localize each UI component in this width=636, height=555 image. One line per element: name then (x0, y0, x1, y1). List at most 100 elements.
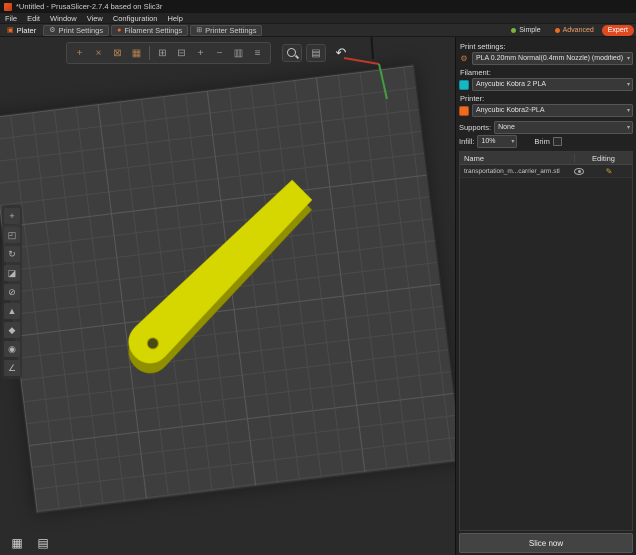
brim-label: Brim (534, 137, 549, 146)
chevron-down-icon: ▾ (511, 138, 514, 145)
axis-z-line (371, 37, 373, 59)
delete-object-icon[interactable]: × (90, 45, 107, 61)
filament-color-swatch (459, 80, 469, 90)
editor-view-icon[interactable]: ▦ (6, 534, 28, 551)
measure-icon[interactable]: ∠ (4, 360, 20, 376)
mode-advanced-label: Advanced (563, 27, 594, 34)
print-profile-icon: ⚙ (459, 54, 469, 64)
eye-visibility-icon[interactable] (574, 168, 584, 175)
copy-icon[interactable]: ⊞ (154, 45, 171, 61)
place-on-face-icon[interactable]: ◪ (4, 265, 20, 281)
seam-painting-icon[interactable]: ◆ (4, 322, 20, 338)
chevron-down-icon: ▾ (627, 124, 630, 131)
tabbar: ▣ Plater ⚙ Print Settings ● Filament Set… (0, 24, 636, 37)
menu-item-help[interactable]: Help (167, 14, 182, 23)
filament-value: Anycubic Kobra 2 PLA (476, 81, 627, 88)
menu-item-file[interactable]: File (5, 14, 17, 23)
cut-icon[interactable]: ⊘ (4, 284, 20, 300)
filament-select[interactable]: Anycubic Kobra 2 PLA ▾ (472, 78, 633, 91)
chevron-down-icon: ▾ (627, 81, 630, 88)
toolbar-separator (149, 46, 150, 60)
mode-expert-label: Expert (608, 27, 628, 34)
tab-print-settings[interactable]: ⚙ Print Settings (43, 25, 109, 36)
infill-select[interactable]: 10% ▾ (477, 135, 517, 148)
menu-item-window[interactable]: Window (50, 14, 77, 23)
chevron-down-icon: ▾ (627, 55, 630, 62)
mmu-painting-icon[interactable]: ◉ (4, 341, 20, 357)
arrange-icon[interactable]: ▦ (128, 45, 145, 61)
infill-label: Infill: (459, 137, 474, 146)
view-mode-switch: ▦ ▤ (6, 534, 54, 551)
printer-swatch (459, 106, 469, 116)
scale-icon[interactable]: ◰ (4, 227, 20, 243)
filament-label: Filament: (460, 68, 632, 77)
supports-label: Supports: (459, 123, 491, 132)
mode-simple-dot-icon (511, 28, 516, 33)
tab-plater[interactable]: ▣ Plater (2, 25, 41, 36)
split-objects-icon[interactable]: ▥ (230, 45, 247, 61)
search-button[interactable] (282, 44, 302, 62)
filament-spool-icon: ● (117, 27, 121, 34)
undo-button[interactable]: ↶ (331, 44, 351, 62)
mode-expert-button[interactable]: Expert (602, 25, 634, 36)
printer-value: Anycubic Kobra2-PLA (476, 107, 627, 114)
menu-item-edit[interactable]: Edit (27, 14, 40, 23)
menubar: File Edit Window View Configuration Help (0, 13, 636, 24)
printer-icon: ⊞ (196, 27, 202, 34)
grid-view-icon: ▤ (311, 48, 320, 59)
infill-value: 10% (481, 138, 511, 145)
editing-cell[interactable]: ✎ (586, 167, 632, 176)
move-icon[interactable]: + (4, 208, 20, 224)
print-settings-select[interactable]: PLA 0.20mm Normal(0.4mm Nozzle) (modifie… (472, 52, 633, 65)
editing-column-header[interactable]: Editing (574, 154, 632, 163)
supports-select[interactable]: None ▾ (494, 121, 633, 134)
mode-simple-label: Simple (519, 27, 540, 34)
top-toolbar: + × ⊠ ▦ ⊞ ⊟ + − ▥ ≡ (66, 42, 271, 64)
gear-icon: ⚙ (49, 27, 55, 34)
edit-icon: ✎ (606, 167, 613, 176)
preview-view-icon[interactable]: ▤ (32, 534, 54, 551)
printer-select[interactable]: Anycubic Kobra2-PLA ▾ (472, 104, 633, 117)
variable-layer-height-icon[interactable]: ≡ (249, 45, 266, 61)
titlebar: *Untitled - PrusaSlicer-2.7.4 based on S… (0, 0, 636, 13)
paint-supports-icon[interactable]: ▲ (4, 303, 20, 319)
brim-checkbox[interactable] (553, 137, 562, 146)
undo-icon: ↶ (336, 45, 347, 61)
print-settings-value: PLA 0.20mm Normal(0.4mm Nozzle) (modifie… (476, 55, 627, 62)
object-row[interactable]: transportation_m...carrier_arm.stl ✎ (460, 165, 632, 178)
3d-viewport[interactable]: + × ⊠ ▦ ⊞ ⊟ + − ▥ ≡ ▤ ↶ (0, 37, 455, 555)
mode-advanced-dot-icon (555, 28, 560, 33)
sidebar: Print settings: ⚙ PLA 0.20mm Normal(0.4m… (455, 37, 636, 555)
add-instance-icon[interactable]: + (192, 45, 209, 61)
object-list-header: Name Editing (460, 152, 632, 165)
tab-plater-label: Plater (17, 26, 37, 35)
mode-advanced-button[interactable]: Advanced (549, 25, 600, 36)
object-name: transportation_m...carrier_arm.stl (460, 168, 574, 175)
left-toolbar: + ◰ ↻ ◪ ⊘ ▲ ◆ ◉ ∠ (2, 205, 22, 379)
slice-now-button[interactable]: Slice now (459, 533, 633, 553)
tab-print-settings-label: Print Settings (59, 26, 104, 35)
printer-label: Printer: (460, 94, 632, 103)
delete-all-icon[interactable]: ⊠ (109, 45, 126, 61)
print-settings-label: Print settings: (460, 42, 632, 51)
print-bed (0, 64, 455, 513)
grid-view-button[interactable]: ▤ (306, 44, 326, 62)
window-title: *Untitled - PrusaSlicer-2.7.4 based on S… (16, 2, 162, 11)
plater-icon: ▣ (7, 27, 14, 34)
mode-simple-button[interactable]: Simple (505, 25, 546, 36)
add-object-icon[interactable]: + (71, 45, 88, 61)
app-window: *Untitled - PrusaSlicer-2.7.4 based on S… (0, 0, 636, 555)
rotate-icon[interactable]: ↻ (4, 246, 20, 262)
menu-item-view[interactable]: View (87, 14, 103, 23)
object-list: Name Editing transportation_m...carrier_… (459, 151, 633, 531)
app-icon (4, 3, 12, 11)
paste-icon[interactable]: ⊟ (173, 45, 190, 61)
tab-filament-settings[interactable]: ● Filament Settings (111, 25, 188, 36)
tab-printer-settings[interactable]: ⊞ Printer Settings (190, 25, 262, 36)
supports-value: None (498, 124, 627, 131)
name-column-header[interactable]: Name (460, 154, 574, 163)
tab-filament-settings-label: Filament Settings (124, 26, 182, 35)
menu-item-configuration[interactable]: Configuration (113, 14, 158, 23)
remove-instance-icon[interactable]: − (211, 45, 228, 61)
chevron-down-icon: ▾ (627, 107, 630, 114)
